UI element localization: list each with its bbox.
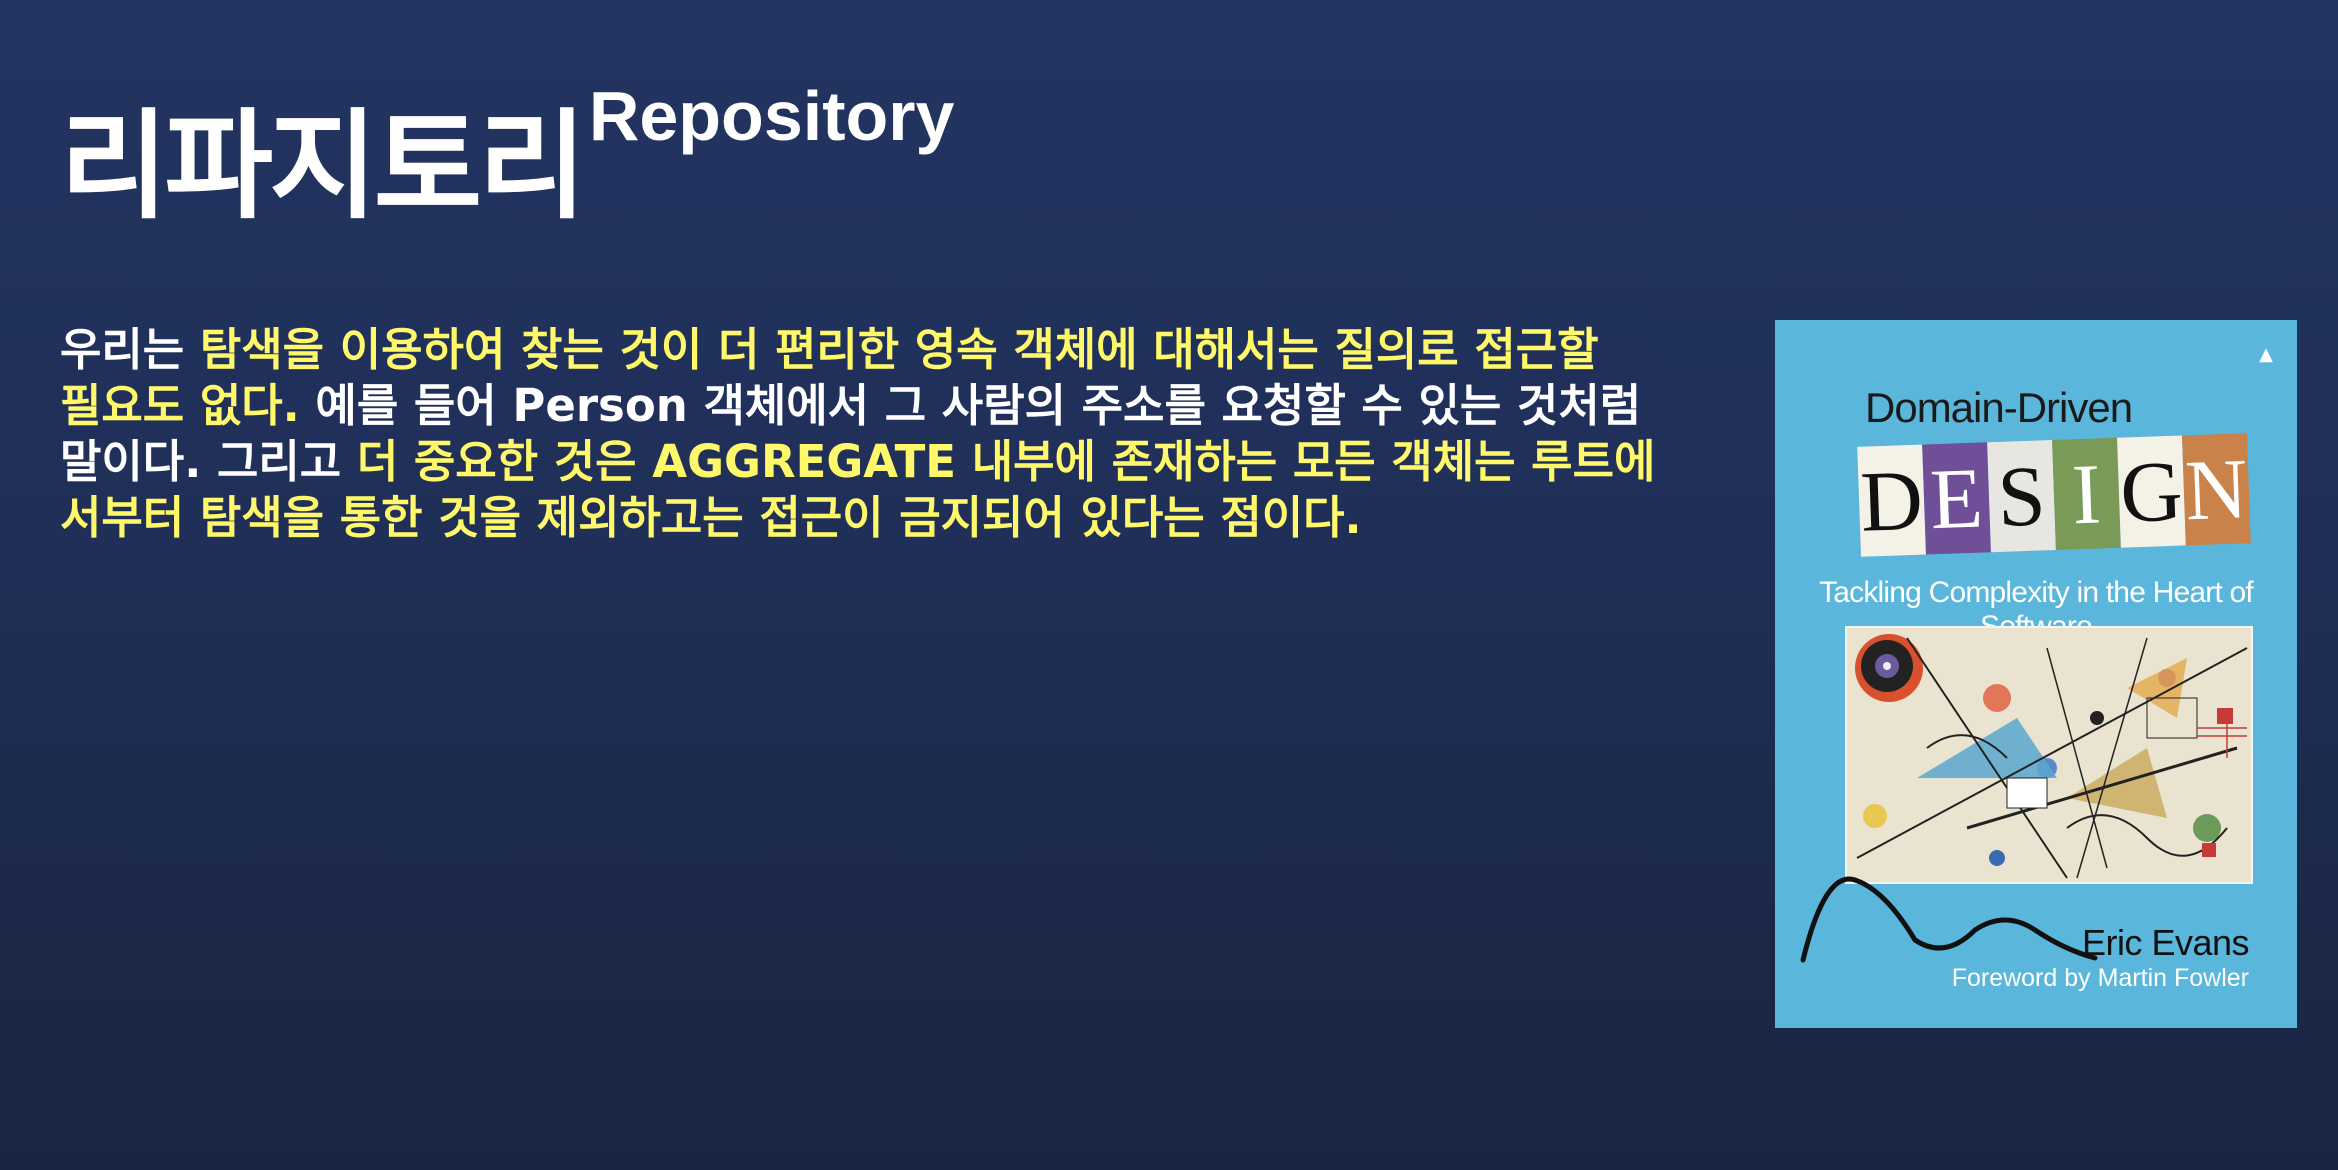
presentation-slide: 리파지토리Repository 우리는 탐색을 이용하여 찾는 것이 더 편리한…	[0, 0, 2338, 1170]
book-foreword: Foreword by Martin Fowler	[1951, 964, 2249, 992]
design-letter: I	[2052, 437, 2121, 550]
book-title-top: Domain-Driven	[1865, 384, 2133, 431]
text-segment: 예를 들어 Person 객체에서 그 사람의 주소를 요청할 수 있는 것처럼	[299, 379, 1642, 432]
design-letter: N	[2182, 433, 2251, 546]
paragraph-line-4: 서부터 탐색을 통한 것을 제외하고는 접근이 금지되어 있다는 점이다.	[60, 490, 1700, 546]
design-letter: D	[1857, 444, 1926, 557]
abstract-painting-image	[1845, 626, 2253, 884]
title-english: Repository	[588, 77, 955, 155]
highlighted-text-segment: 필요도 없다.	[60, 379, 300, 432]
highlighted-text-segment: 더 중요한 것은 AGGREGATE 내부에 존재하는 모든 객체는 루트에	[356, 435, 1656, 488]
design-letter: S	[1987, 440, 2056, 553]
book-cover-image: ▲ Domain-Driven D E S I G N Tackling Com…	[1775, 320, 2297, 1028]
slide-title: 리파지토리Repository	[60, 70, 954, 241]
design-letter: E	[1922, 442, 1991, 555]
highlighted-text-segment: 탐색을 이용하여 찾는 것이 더 편리한 영속 객체에 대해서는 질의로 접근할	[199, 323, 1599, 376]
paragraph-line-1: 우리는 탐색을 이용하여 찾는 것이 더 편리한 영속 객체에 대해서는 질의로…	[60, 322, 1700, 378]
book-author: Eric Evans	[2081, 922, 2250, 963]
highlighted-text-segment: 서부터 탐색을 통한 것을 제외하고는 접근이 금지되어 있다는 점이다.	[60, 491, 1362, 544]
paragraph-line-3: 말이다. 그리고 더 중요한 것은 AGGREGATE 내부에 존재하는 모든 …	[60, 434, 1700, 490]
publisher-logo-icon: ▲	[2259, 344, 2273, 365]
book-title-design: D E S I G N	[1857, 433, 2251, 557]
slide-paragraph: 우리는 탐색을 이용하여 찾는 것이 더 편리한 영속 객체에 대해서는 질의로…	[60, 322, 1700, 546]
title-korean: 리파지토리	[60, 97, 587, 235]
paragraph-line-2: 필요도 없다. 예를 들어 Person 객체에서 그 사람의 주소를 요청할 …	[60, 378, 1700, 434]
squiggle-line-decoration	[1800, 876, 2098, 963]
text-segment: 말이다. 그리고	[60, 435, 357, 488]
design-letter: G	[2117, 435, 2186, 548]
text-segment: 우리는	[60, 323, 200, 376]
